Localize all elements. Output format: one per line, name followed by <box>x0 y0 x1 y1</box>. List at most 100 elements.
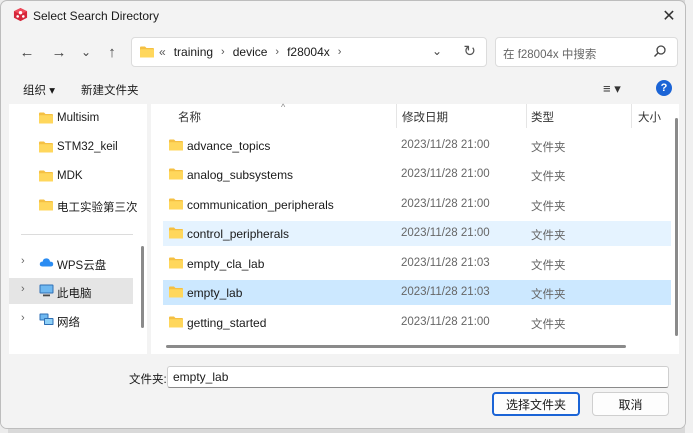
sidebar-item-label: 电工实验第三次 <box>57 202 137 214</box>
sidebar-item-label: Multisim <box>57 112 100 124</box>
file-name: control_peripherals <box>187 227 290 241</box>
title-bar: Select Search Directory ✕ <box>1 1 685 31</box>
select-folder-button[interactable]: 选择文件夹 <box>492 392 580 416</box>
search-box[interactable]: 在 f28004x 中搜索 <box>495 37 678 67</box>
address-dropdown-icon[interactable]: ⌄ <box>432 44 442 58</box>
column-divider[interactable] <box>526 104 527 128</box>
file-type: 文件夹 <box>531 230 566 242</box>
navigation-bar: ← → ⌄ ↑ « training › device › f28004x › … <box>1 33 685 71</box>
forward-arrow-icon: → <box>51 43 67 61</box>
sidebar-item-lab-3[interactable]: 电工实验第三次 <box>9 192 137 218</box>
sidebar-scrollbar[interactable] <box>138 104 147 354</box>
file-modified: 2023/11/28 21:00 <box>401 139 490 151</box>
address-bar[interactable]: « training › device › f28004x › ⌄ ↻ <box>131 37 487 67</box>
folder-icon <box>140 46 154 58</box>
select-directory-dialog: Select Search Directory ✕ ← → ⌄ ↑ « trai… <box>0 0 686 429</box>
organize-menu[interactable]: 组织 ▾ <box>23 82 55 98</box>
column-divider[interactable] <box>631 104 632 128</box>
cloud-icon <box>39 258 54 267</box>
file-name: empty_cla_lab <box>187 257 265 271</box>
column-header-modified[interactable]: 修改日期 <box>402 109 448 125</box>
file-row[interactable]: advance_topics 2023/11/28 21:00 文件夹 <box>163 133 671 158</box>
sidebar-item-network[interactable]: › 网络 <box>9 307 133 333</box>
refresh-icon[interactable]: ↻ <box>463 42 476 60</box>
folder-icon <box>39 170 53 182</box>
command-bar: 组织 ▾ 新建文件夹 ≡ ▾ ? <box>1 75 685 103</box>
file-type: 文件夹 <box>531 319 566 331</box>
forward-button[interactable]: → <box>47 41 71 63</box>
back-arrow-icon: ← <box>19 43 35 61</box>
folder-icon <box>169 168 183 180</box>
breadcrumb-separator-icon[interactable]: › <box>275 46 279 58</box>
sidebar-item-label: 此电脑 <box>57 288 92 300</box>
file-modified: 2023/11/28 21:00 <box>401 227 490 239</box>
computer-icon <box>39 284 54 297</box>
breadcrumb-separator-icon[interactable]: › <box>338 46 342 58</box>
chevron-down-icon: ⌄ <box>80 45 92 59</box>
overflow-chevron-icon[interactable]: « <box>159 45 166 59</box>
file-list-horizontal-scrollbar[interactable] <box>161 343 671 349</box>
scrollbar-thumb[interactable] <box>141 246 144 328</box>
cancel-button[interactable]: 取消 <box>592 392 669 416</box>
breadcrumb-training[interactable]: training <box>174 45 213 59</box>
up-button[interactable]: ↑ <box>100 41 124 63</box>
sidebar-item-this-pc[interactable]: › 此电脑 <box>9 278 133 304</box>
file-type: 文件夹 <box>531 142 566 154</box>
folder-icon <box>169 257 183 269</box>
file-type: 文件夹 <box>531 289 566 301</box>
close-button[interactable]: ✕ <box>653 1 685 31</box>
file-name: communication_peripherals <box>187 198 334 212</box>
file-name: getting_started <box>187 316 267 330</box>
file-name: analog_subsystems <box>187 168 294 182</box>
sidebar-item-label: WPS云盘 <box>57 260 107 272</box>
expand-chevron-icon[interactable]: › <box>21 312 25 324</box>
help-icon[interactable]: ? <box>656 80 672 96</box>
file-modified: 2023/11/28 21:00 <box>401 316 490 328</box>
view-options-icon[interactable]: ≡ ▾ <box>603 81 621 97</box>
back-button[interactable]: ← <box>15 41 39 63</box>
folder-icon <box>169 198 183 210</box>
file-list: ^ 名称 修改日期 类型 大小 advance_topics 2023/11/2… <box>151 102 679 354</box>
breadcrumb-device[interactable]: device <box>233 45 268 59</box>
folder-name-input[interactable] <box>167 366 669 388</box>
column-header-row: ^ 名称 修改日期 类型 大小 <box>151 102 679 128</box>
column-divider[interactable] <box>396 104 397 128</box>
expand-chevron-icon[interactable]: › <box>21 255 25 267</box>
new-folder-button[interactable]: 新建文件夹 <box>81 82 139 98</box>
file-row[interactable]: communication_peripherals 2023/11/28 21:… <box>163 192 671 217</box>
sidebar-item-multisim[interactable]: Multisim <box>9 105 133 131</box>
file-row[interactable]: empty_cla_lab 2023/11/28 21:03 文件夹 <box>163 251 671 276</box>
folder-icon <box>39 199 53 211</box>
column-header-type[interactable]: 类型 <box>531 109 554 125</box>
sidebar-item-stm32-keil[interactable]: STM32_keil <box>9 134 133 160</box>
up-arrow-icon: ↑ <box>108 43 116 61</box>
scrollbar-thumb[interactable] <box>166 345 626 348</box>
sidebar-item-wps-cloud[interactable]: › WPS云盘 <box>9 250 133 276</box>
sidebar-item-label: 网络 <box>57 317 80 329</box>
sidebar-item-label: MDK <box>57 170 83 182</box>
search-icon <box>654 45 666 57</box>
sidebar-divider <box>21 234 133 235</box>
expand-chevron-icon[interactable]: › <box>21 283 25 295</box>
file-row[interactable]: getting_started 2023/11/28 21:00 文件夹 <box>163 310 671 335</box>
file-list-vertical-scrollbar[interactable] <box>673 118 679 336</box>
search-placeholder: 在 f28004x 中搜索 <box>503 49 597 61</box>
sidebar-item-mdk[interactable]: MDK <box>9 163 133 189</box>
breadcrumb-separator-icon[interactable]: › <box>221 46 225 58</box>
folder-field-label: 文件夹: <box>129 374 167 386</box>
column-header-size[interactable]: 大小 <box>638 109 661 125</box>
app-logo-icon <box>13 7 28 22</box>
scrollbar-thumb[interactable] <box>675 118 678 336</box>
folder-icon <box>169 227 183 239</box>
sidebar-item-label: STM32_keil <box>57 141 118 153</box>
close-icon: ✕ <box>662 8 676 25</box>
folder-icon <box>169 316 183 328</box>
file-row[interactable]: control_peripherals 2023/11/28 21:00 文件夹 <box>163 221 671 246</box>
breadcrumb-f28004x[interactable]: f28004x <box>287 45 330 59</box>
recent-locations-button[interactable]: ⌄ <box>74 41 98 63</box>
file-row[interactable]: empty_lab 2023/11/28 21:03 文件夹 <box>163 280 671 305</box>
file-modified: 2023/11/28 21:03 <box>401 257 490 269</box>
column-header-name[interactable]: 名称 <box>178 109 201 125</box>
file-row[interactable]: analog_subsystems 2023/11/28 21:00 文件夹 <box>163 162 671 187</box>
file-name: empty_lab <box>187 286 243 300</box>
